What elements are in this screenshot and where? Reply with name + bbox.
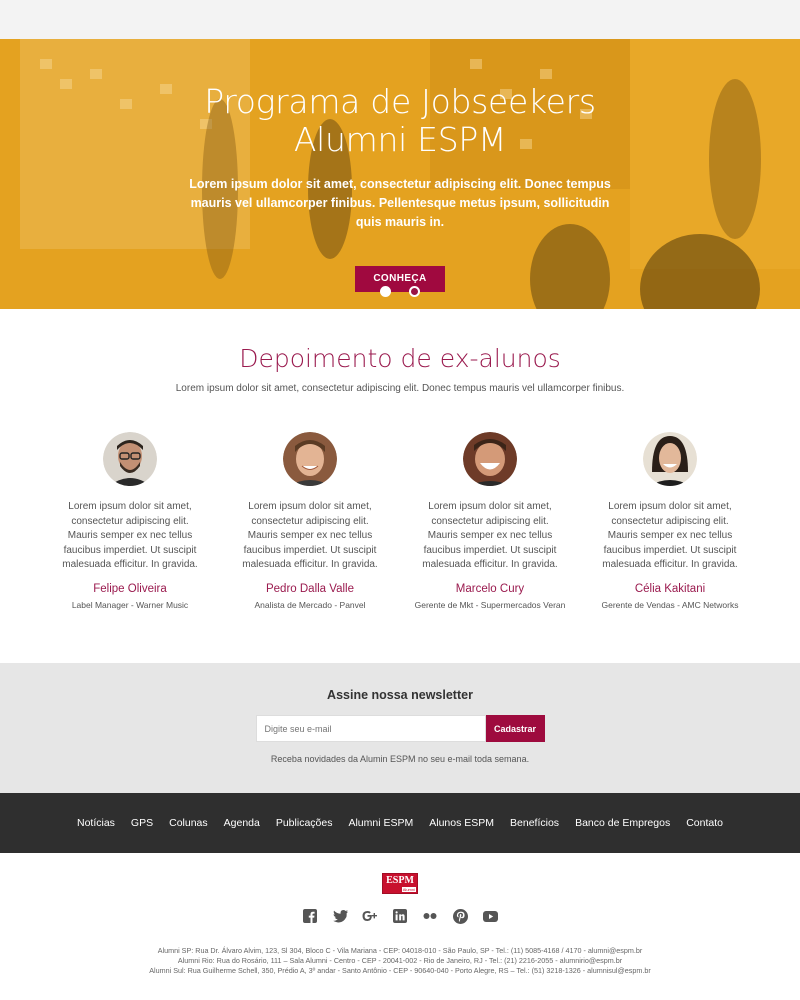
testimonials-title: Depoimento de ex-alunos <box>239 344 561 373</box>
testimonial-name: Célia Kakitani <box>634 582 706 595</box>
linkedin-icon[interactable] <box>392 908 408 924</box>
slider-dots <box>0 284 800 302</box>
testimonial-card: Lorem ipsum dolor sit amet, consectetur … <box>580 432 760 610</box>
hero-banner: Programa de Jobseekers Alumni ESPM Lorem… <box>0 39 800 309</box>
testimonial-card: Lorem ipsum dolor sit amet, consectetur … <box>40 432 220 610</box>
top-bar <box>0 0 800 39</box>
newsletter-note: Receba novidades da Alumin ESPM no seu e… <box>270 754 530 764</box>
nav-item-alumni-espm[interactable]: Alumni ESPM <box>348 817 413 829</box>
nav-item-agenda[interactable]: Agenda <box>224 817 260 829</box>
testimonials-subtitle: Lorem ipsum dolor sit amet, consectetur … <box>175 383 625 394</box>
slider-dot-2[interactable] <box>409 286 421 297</box>
testimonial-quote: Lorem ipsum dolor sit amet, consectetur … <box>62 501 198 570</box>
avatar <box>643 432 697 486</box>
cadastrar-button[interactable]: Cadastrar <box>485 715 545 742</box>
address-sp: Alumni SP: Rua Dr. Álvaro Alvim, 123, Sl… <box>157 946 643 955</box>
nav-item-gps[interactable]: GPS <box>131 817 153 829</box>
hero-title-line-2: Alumni ESPM <box>293 120 507 159</box>
testimonial-quote: Lorem ipsum dolor sit amet, consectetur … <box>242 501 378 570</box>
logo-text: ESPM <box>386 875 414 886</box>
testimonial-role: Gerente de Mkt - Supermercados Veran <box>414 599 566 610</box>
hero-title: Programa de Jobseekers Alumni ESPM <box>0 83 800 159</box>
newsletter-form: Cadastrar <box>0 715 800 742</box>
testimonial-quote: Lorem ipsum dolor sit amet, consectetur … <box>602 501 738 570</box>
nav-item-alunos-espm[interactable]: Alunos ESPM <box>429 817 494 829</box>
social-links <box>0 908 800 924</box>
newsletter-email-input[interactable] <box>255 715 486 742</box>
espm-alumni-logo[interactable]: ESPM Alumni <box>382 873 418 894</box>
avatar <box>103 432 157 486</box>
address-sul: Alumni Sul: Rua Guilherme Schell, 350, P… <box>149 966 651 975</box>
google-plus-icon[interactable] <box>362 908 378 924</box>
testimonial-role: Analista de Mercado - Panvel <box>254 599 366 610</box>
pinterest-icon[interactable] <box>452 908 468 924</box>
testimonial-role: Gerente de Vendas - AMC Networks <box>601 599 739 610</box>
main-nav: Notícias GPS Colunas Agenda Publicações … <box>0 793 800 853</box>
nav-item-banco-de-empregos[interactable]: Banco de Empregos <box>575 817 670 829</box>
hero-title-line-1: Programa de Jobseekers <box>204 82 596 121</box>
testimonial-role: Label Manager - Warner Music <box>71 599 189 610</box>
hero-subtitle: Lorem ipsum dolor sit amet, consectetur … <box>189 177 611 229</box>
testimonial-name: Felipe Oliveira <box>93 582 167 595</box>
testimonial-quote: Lorem ipsum dolor sit amet, consectetur … <box>422 501 558 570</box>
testimonial-card: Lorem ipsum dolor sit amet, consectetur … <box>400 432 580 610</box>
nav-item-publicacoes[interactable]: Publicações <box>276 817 333 829</box>
avatar <box>463 432 517 486</box>
footer: ESPM Alumni Alumni SP: Rua Dr. Álvaro Al… <box>0 853 800 976</box>
testimonial-card: Lorem ipsum dolor sit amet, consectetur … <box>220 432 400 610</box>
nav-item-contato[interactable]: Contato <box>686 817 723 829</box>
logo-subtext: Alumni <box>401 887 416 892</box>
nav-item-colunas[interactable]: Colunas <box>169 817 208 829</box>
testimonials-list: Lorem ipsum dolor sit amet, consectetur … <box>0 432 800 610</box>
hero-content: Programa de Jobseekers Alumni ESPM Lorem… <box>0 83 800 292</box>
avatar <box>283 432 337 486</box>
slider-dot-1[interactable] <box>379 286 391 297</box>
nav-item-noticias[interactable]: Notícias <box>77 817 115 829</box>
newsletter-section: Assine nossa newsletter Cadastrar Receba… <box>0 663 800 793</box>
twitter-icon[interactable] <box>332 908 348 924</box>
testimonial-name: Pedro Dalla Valle <box>265 582 354 595</box>
newsletter-title: Assine nossa newsletter <box>327 688 473 702</box>
nav-item-beneficios[interactable]: Benefícios <box>510 817 559 829</box>
youtube-icon[interactable] <box>482 908 498 924</box>
facebook-icon[interactable] <box>302 908 318 924</box>
flickr-icon[interactable] <box>422 908 438 924</box>
testimonials-section: Depoimento de ex-alunos Lorem ipsum dolo… <box>0 309 800 663</box>
address-rio: Alumni Rio: Rua do Rosário, 111 – Sala A… <box>177 956 623 965</box>
footer-addresses: Alumni SP: Rua Dr. Álvaro Alvim, 123, Sl… <box>0 946 800 976</box>
testimonial-name: Marcelo Cury <box>455 582 525 595</box>
